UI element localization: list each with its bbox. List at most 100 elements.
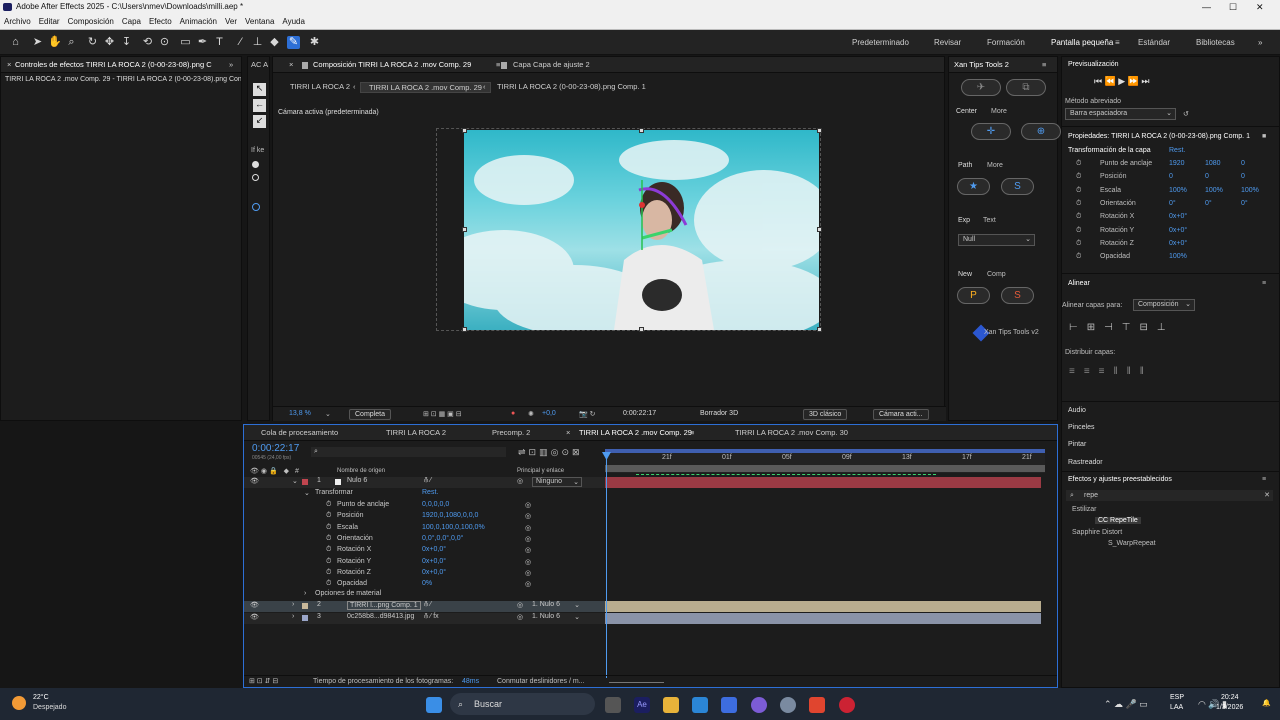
switches-icons[interactable]: ⫚ ⁄ xyxy=(424,601,431,609)
label-color[interactable] xyxy=(302,603,308,609)
zoom-value[interactable]: 13,8 % xyxy=(289,410,311,417)
property-row[interactable]: ⏱ Punto de anclaje 1920 1080 0 xyxy=(1062,160,1280,172)
group-stylize[interactable]: Estilizar xyxy=(1072,506,1097,513)
playhead[interactable] xyxy=(606,452,607,678)
s-button[interactable]: S xyxy=(1001,287,1034,304)
panel-more-icon[interactable]: » xyxy=(229,60,233,69)
stopwatch-icon[interactable]: ⏱ xyxy=(1076,227,1081,235)
paint-section[interactable]: Pintar xyxy=(1068,441,1086,448)
file-explorer-icon[interactable] xyxy=(663,697,679,713)
xan-tab[interactable]: Xan Tips Tools 2 xyxy=(954,60,1009,69)
comp-timecode[interactable]: 0:00:22:17 xyxy=(623,410,656,417)
property-value-3[interactable]: 0° xyxy=(1241,200,1248,207)
close-comp-tab-icon[interactable]: × xyxy=(289,60,293,69)
arrow-left-icon[interactable]: ← xyxy=(253,99,266,112)
after-effects-app-icon[interactable]: Ae xyxy=(634,697,650,713)
eraser-tool-icon[interactable]: ◆ xyxy=(268,36,281,49)
transform-property-row[interactable]: ⏱ Orientación 0,0°,0,0°,0,0° ◎ xyxy=(244,535,1057,546)
stopwatch-icon[interactable]: ⏱ xyxy=(1076,173,1081,181)
comp-tab-menu-icon[interactable]: ≡ xyxy=(496,60,500,69)
property-value-3[interactable]: 100% xyxy=(1241,187,1259,194)
selection-tool-icon[interactable]: ➤ xyxy=(31,36,44,49)
workspace-formacion[interactable]: Formación xyxy=(987,38,1025,47)
expression-pickwhip-icon[interactable]: ◎ xyxy=(525,524,531,532)
tab-precomp[interactable]: Precomp. 2 xyxy=(492,428,530,437)
color-icon[interactable]: ● xyxy=(511,410,515,417)
corner-handle[interactable] xyxy=(639,327,644,332)
parent-dropdown[interactable]: Ninguno ⌄ xyxy=(532,477,582,487)
render-mode[interactable]: Borrador 3D xyxy=(700,410,738,417)
layer-row-1[interactable]: 👁 ⌄ 1 Nulo 6 ⫚ ⁄ ◎ Ninguno ⌄ xyxy=(244,477,605,488)
p-button[interactable]: P xyxy=(957,287,990,304)
radio-option-2[interactable] xyxy=(252,174,259,181)
expand-icon[interactable]: › xyxy=(304,590,306,597)
toggle-switches[interactable]: Conmutar deslinidores / m... xyxy=(497,678,585,685)
puppet-tool-icon[interactable]: ✱ xyxy=(308,36,321,49)
properties-reset[interactable]: Rest. xyxy=(1169,147,1185,154)
menu-editar[interactable]: Editar xyxy=(35,14,64,30)
tab-menu-icon[interactable]: ≡ xyxy=(690,428,694,437)
timeline-timecode[interactable]: 0:00:22:17 xyxy=(252,443,299,454)
zoom-dropdown-icon[interactable]: ⌄ xyxy=(325,410,331,418)
composition-viewer[interactable] xyxy=(464,130,819,330)
notifications-icon[interactable]: 🔔 xyxy=(1262,699,1271,707)
transform-reset[interactable]: Rest. xyxy=(422,489,438,496)
clock-time[interactable]: 20:24 xyxy=(1221,694,1239,701)
transform-property-value[interactable]: 1920,0,1080,0,0,0 xyxy=(422,512,478,519)
zoom-slider[interactable] xyxy=(609,682,664,683)
grid-icons[interactable]: ⊞ ⊡ ▦ ▣ ⊟ xyxy=(423,410,462,418)
center-target-button[interactable]: ⊕ xyxy=(1021,123,1061,140)
effect-controls-tab[interactable]: Controles de efectos TIRRI LA ROCA 2 (0-… xyxy=(15,60,225,69)
effects-menu-icon[interactable]: ≡ xyxy=(1262,476,1266,483)
corner-handle[interactable] xyxy=(817,227,822,232)
stopwatch-icon[interactable]: ⏱ xyxy=(1076,213,1081,221)
start-icon[interactable] xyxy=(426,697,442,713)
reset-preview-icon[interactable]: ↺ xyxy=(1183,110,1189,118)
pickwhip-icon[interactable]: ◎ xyxy=(517,613,523,621)
menu-composicion[interactable]: Composición xyxy=(64,14,118,30)
task-view-icon[interactable] xyxy=(605,697,621,713)
method-dropdown[interactable]: Barra espaciadora ⌄ xyxy=(1065,108,1176,120)
stopwatch-icon[interactable]: ⏱ xyxy=(326,535,331,543)
effect-cc-repetile[interactable]: CC RepeTile xyxy=(1095,517,1141,524)
property-value-2[interactable]: 0° xyxy=(1205,200,1212,207)
expression-pickwhip-icon[interactable]: ◎ xyxy=(525,580,531,588)
pickwhip-icon[interactable]: ◎ xyxy=(517,477,523,485)
align-menu-icon[interactable]: ≡ xyxy=(1262,280,1266,287)
effect-s-warprepeat[interactable]: S_WarpRepeat xyxy=(1108,540,1156,547)
property-value-2[interactable]: 1080 xyxy=(1205,160,1221,167)
property-row[interactable]: ⏱ Opacidad 100% xyxy=(1062,253,1280,265)
settings-icon[interactable] xyxy=(780,697,796,713)
text-label[interactable]: Text xyxy=(983,217,996,224)
property-row[interactable]: ⏱ Posición 0 0 0 xyxy=(1062,173,1280,185)
pen-tool-icon[interactable]: ✒ xyxy=(196,36,209,49)
expand-icon[interactable]: ⌄ xyxy=(292,477,298,485)
expand-icon[interactable]: ⌄ xyxy=(304,489,310,497)
clock-icon[interactable] xyxy=(252,203,260,211)
home-icon[interactable]: ⌂ xyxy=(9,36,22,49)
orbit-tool-icon[interactable]: ↻ xyxy=(86,36,99,49)
minimize-button[interactable]: — xyxy=(1202,0,1211,14)
tracker-section[interactable]: Rastreador xyxy=(1068,459,1103,466)
switches-icons[interactable]: ⫚ ⁄ xyxy=(424,477,431,485)
center-crosshair-button[interactable]: ✛ xyxy=(971,123,1011,140)
layer-row-2[interactable]: 👁 › 2 TIRRI l...png Comp. 1 ⫚ ⁄ ◎ 1. Nul… xyxy=(244,601,605,612)
brushes-section[interactable]: Pinceles xyxy=(1068,424,1094,431)
transform-property-row[interactable]: ⏱ Punto de anclaje 0,0,0,0,0 ◎ xyxy=(244,501,1057,512)
layer-name[interactable]: 0c258b8...d98413.jpg xyxy=(347,613,414,620)
materials-row[interactable]: › Opciones de material xyxy=(244,590,1057,601)
ac-tab[interactable]: AC A xyxy=(251,60,268,69)
breadcrumb-3[interactable]: TIRRI LA ROCA 2 (0-00-23-08).png Comp. 1 xyxy=(497,82,646,91)
work-area-bar[interactable] xyxy=(605,449,1045,453)
app-icon[interactable] xyxy=(751,697,767,713)
transform-property-row[interactable]: ⏱ Rotación Z 0x+0,0° ◎ xyxy=(244,569,1057,580)
comp-label[interactable]: Comp xyxy=(987,271,1006,278)
corner-handle[interactable] xyxy=(817,327,822,332)
menu-capa[interactable]: Capa xyxy=(118,14,145,30)
transform-property-value[interactable]: 0x+0,0° xyxy=(422,569,446,576)
expand-icon[interactable]: › xyxy=(292,613,294,620)
pan-behind-tool-icon[interactable]: ⊙ xyxy=(158,36,171,49)
exposure-value[interactable]: +0,0 xyxy=(542,410,556,417)
close-button[interactable]: ✕ xyxy=(1256,0,1264,14)
property-value-1[interactable]: 100% xyxy=(1169,187,1187,194)
